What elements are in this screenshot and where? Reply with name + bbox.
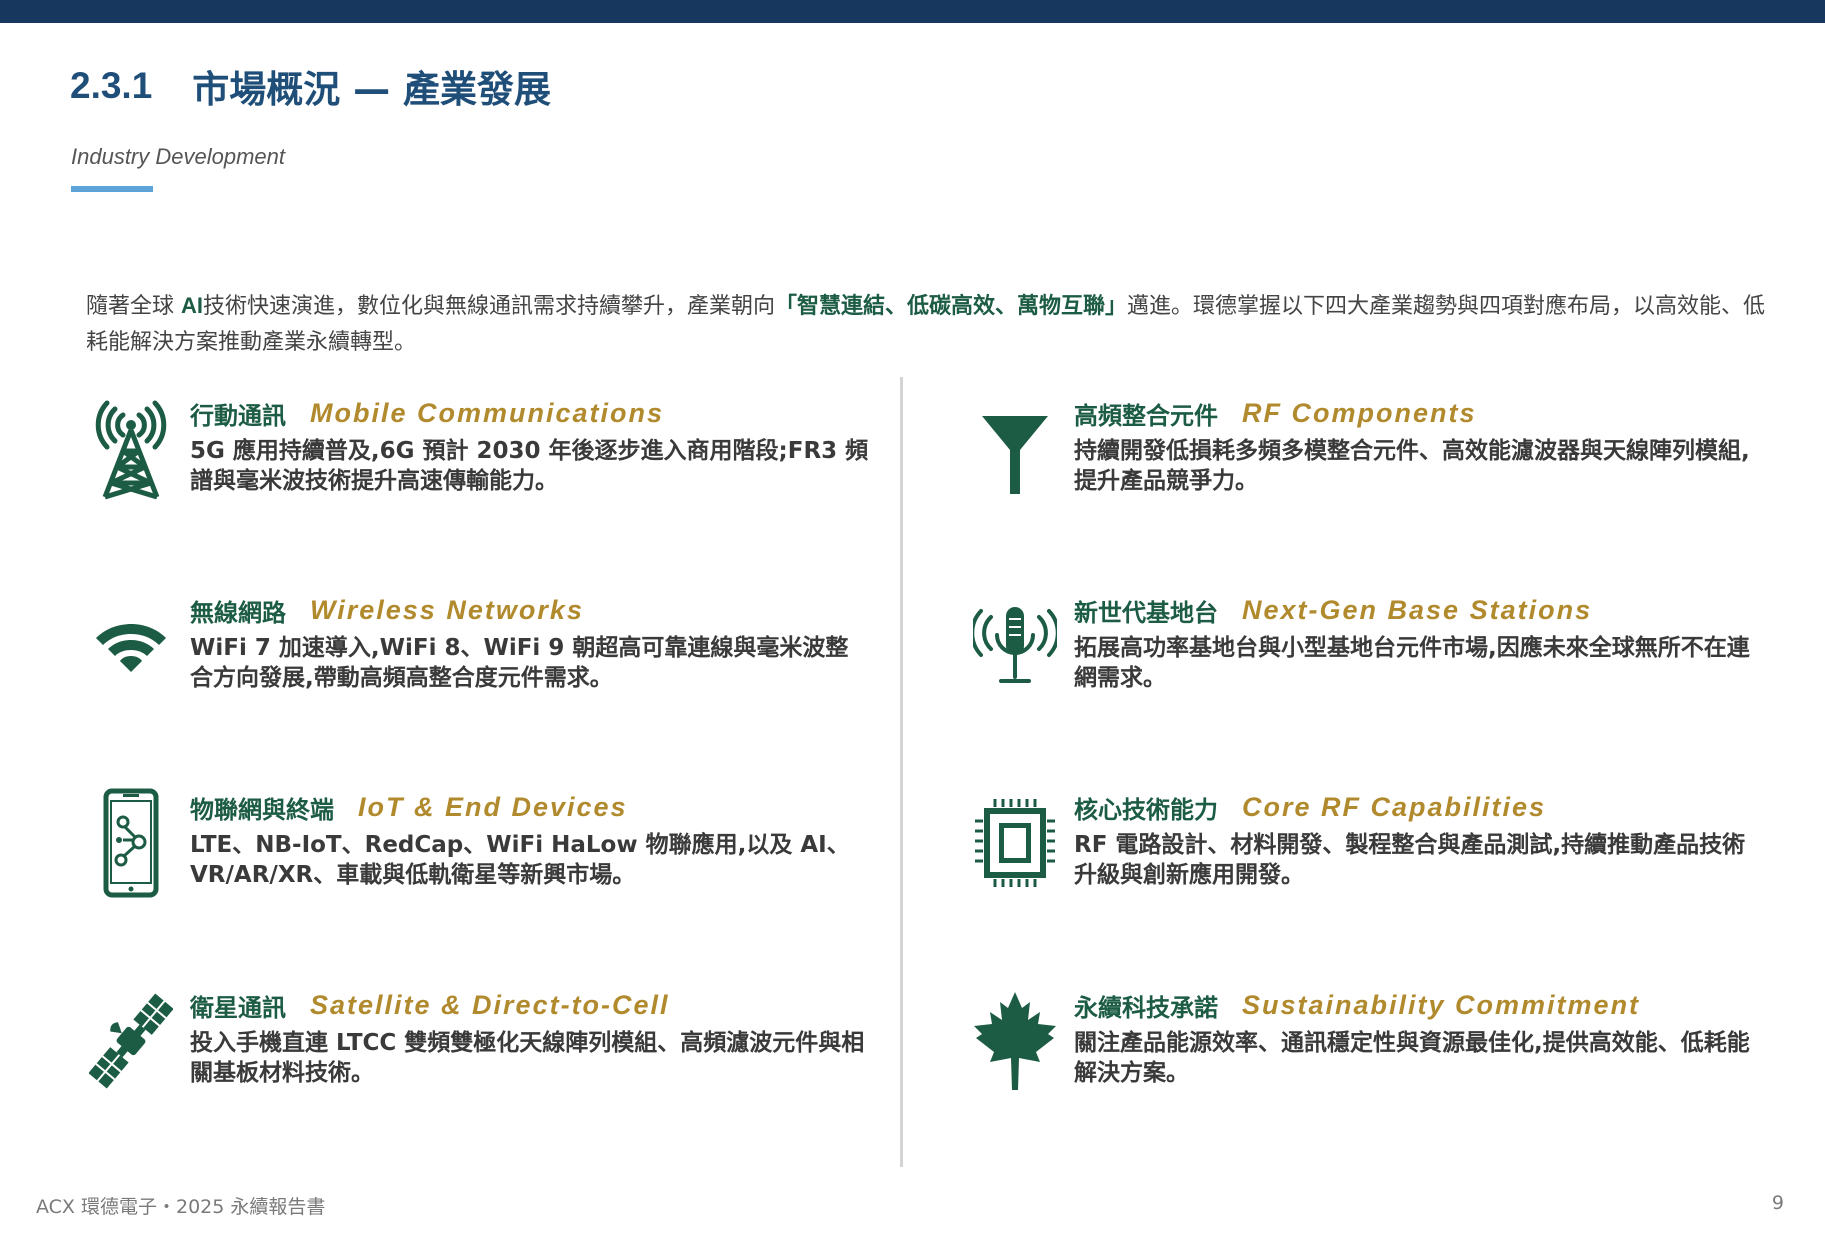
intro-text-2: 技術快速演進，數位化與無線通訊需求持續攀升，產業朝向 bbox=[203, 294, 776, 319]
trend-item-next-gen-base-stations: 新世代基地台 Next-Gen Base Stations 拓展高功率基地台與小… bbox=[970, 591, 1790, 711]
item-title-en: Satellite & Direct-to-Cell bbox=[310, 989, 670, 1020]
item-heading: 永續科技承諾 Sustainability Commitment bbox=[1074, 986, 1640, 1024]
item-heading: 高頻整合元件 RF Components bbox=[1074, 394, 1477, 432]
item-title-zh: 高頻整合元件 bbox=[1074, 401, 1218, 430]
footer-report-name: ACX 環德電子・2025 永續報告書 bbox=[36, 1196, 326, 1218]
item-description: WiFi 7 加速導入,WiFi 8、WiFi 9 朝超高可靠連線與毫米波整合方… bbox=[190, 635, 849, 691]
trend-item-rf-components: 高頻整合元件 RF Components 持續開發低損耗多頻多模整合元件、高效能… bbox=[970, 394, 1790, 514]
item-title-en: Sustainability Commitment bbox=[1242, 989, 1641, 1020]
item-heading: 衛星通訊 Satellite & Direct-to-Cell bbox=[190, 986, 670, 1024]
subtitle-underline bbox=[71, 186, 153, 192]
item-description: 持續開發低損耗多頻多模整合元件、高效能濾波器與天線陣列模組,提升產品競爭力。 bbox=[1074, 438, 1750, 494]
item-title-en: Next-Gen Base Stations bbox=[1242, 594, 1593, 625]
item-title-en: Wireless Networks bbox=[310, 594, 584, 625]
item-title-zh: 永續科技承諾 bbox=[1074, 993, 1218, 1022]
trend-item-wireless-networks: 無線網路 Wireless Networks WiFi 7 加速導入,WiFi … bbox=[86, 591, 906, 711]
wifi-icon bbox=[86, 591, 176, 701]
item-description: 拓展高功率基地台與小型基地台元件市場,因應未來全球無所不在連網需求。 bbox=[1074, 635, 1750, 691]
chip-icon bbox=[970, 788, 1060, 898]
trend-item-satellite-direct-to-cell: 衛星通訊 Satellite & Direct-to-Cell 投入手機直連 L… bbox=[86, 986, 906, 1106]
iot-smartphone-icon bbox=[86, 788, 176, 898]
item-description: 關注產品能源效率、通訊穩定性與資源最佳化,提供高效能、低耗能解決方案。 bbox=[1074, 1030, 1750, 1086]
top-banner-bar bbox=[0, 0, 1825, 23]
rf-filter-funnel-icon bbox=[970, 394, 1060, 504]
item-heading: 行動通訊 Mobile Communications bbox=[190, 394, 664, 432]
item-heading: 無線網路 Wireless Networks bbox=[190, 591, 584, 629]
item-title-en: RF Components bbox=[1242, 397, 1477, 428]
item-title-zh: 衛星通訊 bbox=[190, 993, 286, 1022]
satellite-icon bbox=[86, 986, 176, 1096]
item-title-zh: 新世代基地台 bbox=[1074, 598, 1218, 627]
trend-item-iot-end-devices: 物聯網與終端 IoT & End Devices LTE、NB-IoT、RedC… bbox=[86, 788, 906, 908]
item-title-zh: 無線網路 bbox=[190, 598, 286, 627]
intro-ai-term: AI bbox=[181, 293, 203, 318]
intro-paragraph: 隨著全球 AI技術快速演進，數位化與無線通訊需求持續攀升，產業朝向「智慧連結、低… bbox=[86, 288, 1766, 361]
item-heading: 新世代基地台 Next-Gen Base Stations bbox=[1074, 591, 1592, 629]
item-description: RF 電路設計、材料開發、製程整合與產品測試,持續推動產品技術升級與創新應用開發… bbox=[1074, 832, 1746, 888]
trend-item-mobile-communications: 行動通訊 Mobile Communications 5G 應用持續普及,6G … bbox=[86, 394, 906, 514]
page-subtitle: Industry Development bbox=[71, 144, 285, 169]
item-description: 投入手機直連 LTCC 雙頻雙極化天線陣列模組、高頻濾波元件與相關基板材料技術。 bbox=[190, 1030, 865, 1086]
intro-text-1: 隨著全球 bbox=[86, 294, 181, 319]
section-title-text: 市場概況 — 產業發展 bbox=[192, 68, 552, 111]
antenna-tower-icon bbox=[86, 394, 176, 504]
item-heading: 核心技術能力 Core RF Capabilities bbox=[1074, 788, 1546, 826]
broadcast-microphone-icon bbox=[970, 591, 1060, 701]
item-title-en: IoT & End Devices bbox=[358, 791, 628, 822]
trend-item-core-rf-capabilities: 核心技術能力 Core RF Capabilities RF 電路設計、材料開發… bbox=[970, 788, 1790, 908]
item-title-zh: 核心技術能力 bbox=[1074, 795, 1218, 824]
item-title-zh: 行動通訊 bbox=[190, 401, 286, 430]
item-description: 5G 應用持續普及,6G 預計 2030 年後逐步進入商用階段;FR3 頻譜與毫… bbox=[190, 438, 869, 494]
intro-highlight: 「智慧連結、低碳高效、萬物互聯」 bbox=[775, 294, 1128, 319]
item-title-en: Mobile Communications bbox=[310, 397, 665, 428]
item-title-en: Core RF Capabilities bbox=[1242, 791, 1547, 822]
item-description: LTE、NB-IoT、RedCap、WiFi HaLow 物聯應用,以及 AI、… bbox=[190, 832, 850, 888]
maple-leaf-icon bbox=[970, 986, 1060, 1096]
page-number: 9 bbox=[1771, 1192, 1784, 1214]
trend-item-sustainability-commitment: 永續科技承諾 Sustainability Commitment 關注產品能源效… bbox=[970, 986, 1790, 1106]
item-title-zh: 物聯網與終端 bbox=[190, 795, 334, 824]
page-title: 2.3.1 市場概況 — 產業發展 bbox=[70, 58, 551, 114]
item-heading: 物聯網與終端 IoT & End Devices bbox=[190, 788, 628, 826]
section-number: 2.3.1 bbox=[70, 65, 153, 106]
